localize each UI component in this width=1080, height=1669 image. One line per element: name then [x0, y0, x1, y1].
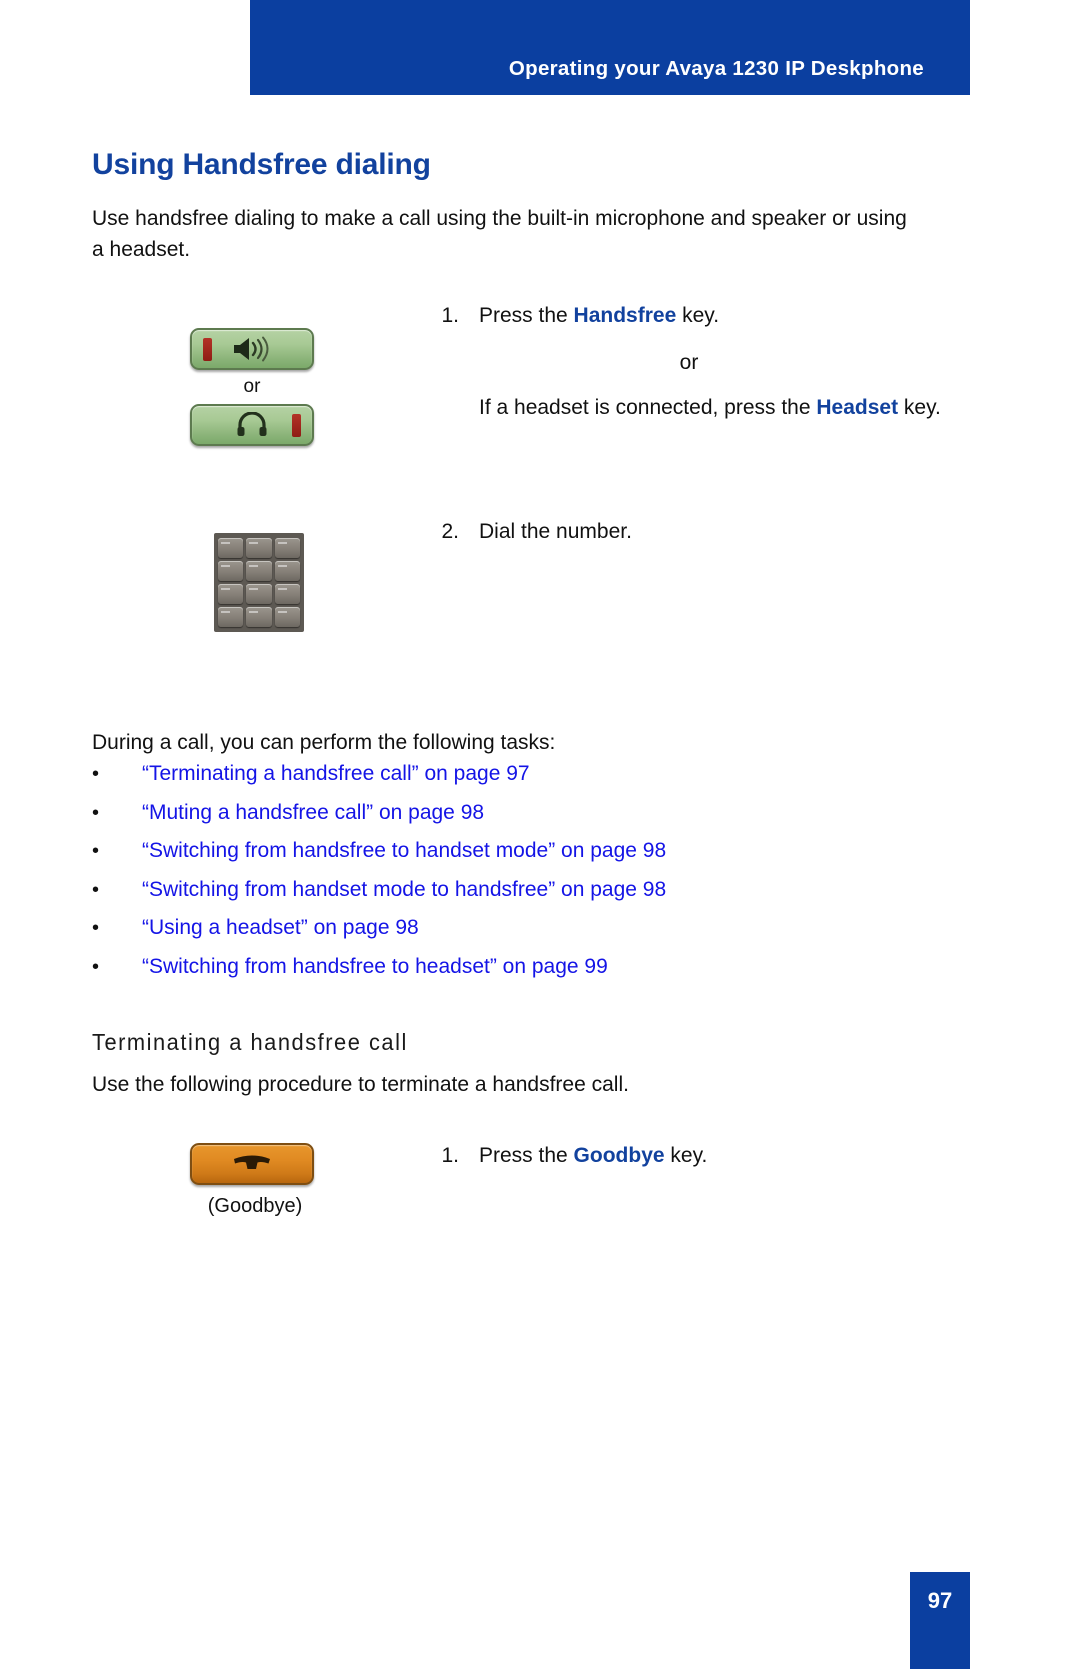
step-1-body: Press the Handsfree key. or If a headset… [479, 300, 949, 423]
list-item[interactable]: • “Using a headset” on page 98 [92, 909, 952, 948]
section-step-1: 1. Press the Goodbye key. [415, 1140, 935, 1171]
goodbye-keyword: Goodbye [573, 1144, 665, 1167]
task-link[interactable]: “Using a headset” on page 98 [142, 916, 419, 940]
task-link[interactable]: “Muting a handsfree call” on page 98 [142, 801, 484, 825]
keypad-key [274, 538, 300, 558]
page-title: Using Handsfree dialing [92, 148, 431, 182]
tasks-intro: During a call, you can perform the follo… [92, 731, 556, 754]
task-link[interactable]: “Switching from handset mode to handsfre… [142, 878, 666, 902]
list-item[interactable]: • “Terminating a handsfree call” on page… [92, 755, 952, 794]
list-item[interactable]: • “Muting a handsfree call” on page 98 [92, 794, 952, 833]
keypad-key [218, 584, 244, 604]
section-paragraph: Use the following procedure to terminate… [92, 1073, 629, 1096]
figure-or-label: or [243, 376, 261, 397]
handset-down-icon [192, 1145, 312, 1183]
bullet-glyph: • [92, 955, 100, 978]
keypad-key [218, 538, 244, 558]
page-number: 97 [927, 1588, 953, 1613]
task-link[interactable]: “Switching from handsfree to headset” on… [142, 955, 608, 979]
step-2-body: Dial the number. [479, 520, 632, 543]
bullet-glyph: • [92, 878, 100, 901]
headset-key-image [190, 404, 314, 446]
keypad-key [274, 607, 300, 627]
keypad-key [274, 584, 300, 604]
keypad-figure [214, 533, 304, 632]
keypad-key [246, 561, 272, 581]
step-1-text-before: Press the [479, 304, 574, 327]
step-1-or-label: or [679, 351, 699, 374]
task-link[interactable]: “Switching from handsfree to handset mod… [142, 839, 666, 863]
page-content: Using Handsfree dialing Use handsfree di… [0, 0, 1080, 1669]
handsfree-key-image [190, 328, 314, 370]
goodbye-key-image [190, 1143, 314, 1185]
keypad-key [246, 607, 272, 627]
headset-keyword: Headset [816, 396, 899, 419]
step-1: 1. Press the Handsfree key. or If a head… [415, 300, 940, 423]
step-2-number: 2. [441, 520, 459, 543]
bullet-glyph: • [92, 840, 100, 862]
footer-page-block: 97 [910, 1572, 970, 1669]
keypad-key [218, 607, 244, 627]
handsfree-keys-figure: or [190, 328, 320, 446]
keypad-key [274, 561, 300, 581]
handsfree-keyword: Handsfree [573, 304, 677, 327]
dial-keypad-icon [214, 533, 304, 632]
section-heading: Terminating a handsfree call [92, 1029, 408, 1056]
section-step-text-after: key. [664, 1144, 708, 1167]
step-1-alt-line: If a headset is connected, press the Hea… [479, 392, 949, 423]
bullet-glyph: • [92, 763, 100, 785]
step-1-text-after: key. [676, 304, 720, 327]
step-1-line-1: Press the Handsfree key. [479, 300, 949, 331]
bullet-glyph: • [92, 917, 100, 939]
bullet-glyph: • [92, 801, 100, 824]
keypad-key [218, 561, 244, 581]
list-item[interactable]: • “Switching from handsfree to handset m… [92, 832, 952, 871]
section-step-text-before: Press the [479, 1144, 574, 1167]
speaker-icon [192, 330, 312, 368]
keypad-key [246, 584, 272, 604]
headset-icon [192, 406, 312, 444]
list-item[interactable]: • “Switching from handset mode to handsf… [92, 871, 952, 910]
intro-paragraph: Use handsfree dialing to make a call usi… [92, 207, 907, 261]
keypad-key [246, 538, 272, 558]
step-2: 2. Dial the number. [415, 516, 935, 547]
list-item[interactable]: • “Switching from handsfree to headset” … [92, 948, 952, 987]
step-1-number: 1. [441, 304, 459, 327]
section-step-1-number: 1. [441, 1144, 459, 1167]
task-link-list: • “Terminating a handsfree call” on page… [92, 755, 952, 986]
step-1-alt-text-after: key. [898, 396, 941, 419]
section-step-1-body: Press the Goodbye key. [479, 1140, 949, 1171]
task-link[interactable]: “Terminating a handsfree call” on page 9… [142, 762, 530, 786]
goodbye-key-figure: (Goodbye) [190, 1143, 320, 1218]
goodbye-caption: (Goodbye) [207, 1195, 303, 1217]
step-1-alt-text-before: If a headset is connected, press the [479, 396, 817, 419]
